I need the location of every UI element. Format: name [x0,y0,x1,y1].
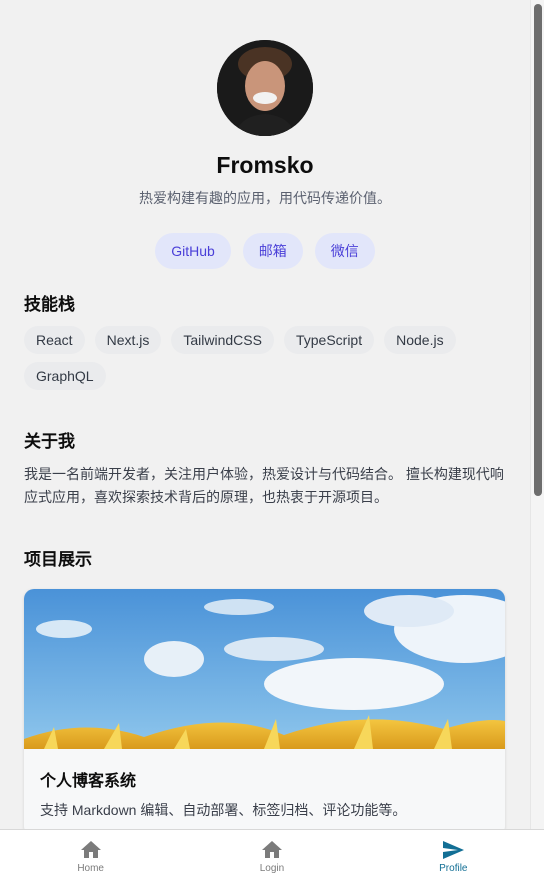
home-icon [80,841,101,858]
about-title: 关于我 [24,432,75,451]
project-image [24,589,505,749]
nav-item-profile[interactable]: Profile [363,830,544,877]
profile-name: Fromsko [216,152,314,178]
nav-label-login: Login [259,863,285,874]
scrollbar-thumb[interactable] [534,4,542,496]
skill-tag: TypeScript [283,326,375,354]
github-link[interactable]: GitHub [155,233,231,269]
projects-title: 项目展示 [24,550,92,569]
skills-list: React Next.js TailwindCSS TypeScript Nod… [24,326,484,390]
nav-label-home: Home [77,863,104,874]
skill-tag: TailwindCSS [171,326,274,354]
profile-tagline: 热爱构建有趣的应用，用代码传递价值。 [139,190,391,206]
nav-item-login[interactable]: Login [181,830,362,877]
nav-item-home[interactable]: Home [0,830,181,877]
project-card[interactable]: 个人博客系统 支持 Markdown 编辑、自动部署、标签归档、评论功能等。 [24,589,505,829]
about-text: 我是一名前端开发者，关注用户体验，热爱设计与代码结合。 擅长构建现代响应式应用，… [24,466,504,505]
email-link[interactable]: 邮箱 [242,233,303,269]
wechat-link[interactable]: 微信 [314,233,375,269]
profile-page[interactable]: Fromsko 热爱构建有趣的应用，用代码传递价值。 GitHub 邮箱 微信 … [0,0,530,829]
send-icon [443,841,465,859]
avatar [217,40,313,136]
project-description: 支持 Markdown 编辑、自动部署、标签归档、评论功能等。 [40,802,407,818]
scrollbar[interactable] [530,0,544,829]
project-title: 个人博客系统 [40,773,137,790]
skill-tag: Node.js [384,326,456,354]
profile-header: Fromsko 热爱构建有趣的应用，用代码传递价值。 GitHub 邮箱 微信 [0,0,530,269]
skill-tag: Next.js [94,326,162,354]
social-links: GitHub 邮箱 微信 [0,233,530,269]
home-icon [261,841,282,858]
bottom-nav: Home Login Profile [0,829,544,877]
skills-title: 技能栈 [24,295,75,314]
skill-tag: React [24,326,85,354]
project-card-body: 个人博客系统 支持 Markdown 编辑、自动部署、标签归档、评论功能等。 [24,749,505,829]
skill-tag: GraphQL [24,362,106,390]
nav-label-profile: Profile [439,863,468,874]
